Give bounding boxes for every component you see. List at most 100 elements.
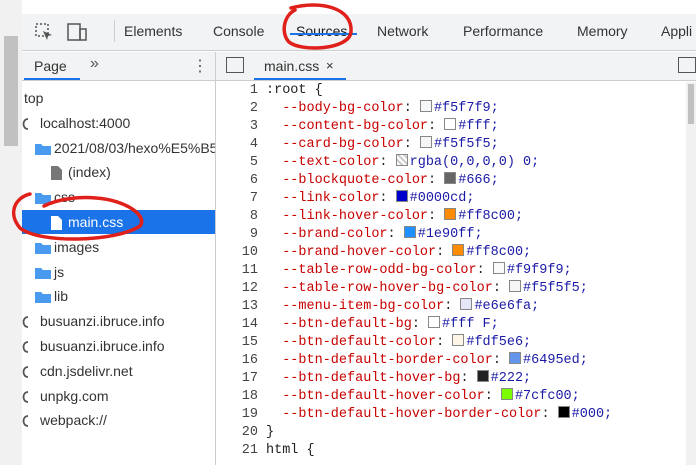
- css-property: --link-color: [266, 191, 380, 206]
- line-number: 7: [249, 191, 258, 206]
- code-line: 18 --btn-default-hover-color: #7cfc00;: [216, 388, 696, 406]
- line-number: 19: [241, 407, 258, 422]
- code-text: --brand-hover-color: #ff8c00;: [266, 244, 531, 262]
- toggle-debugger-icon[interactable]: [678, 57, 696, 73]
- css-value: #1e90ff;: [417, 227, 483, 242]
- code-text: --btn-default-hover-border-color: #000;: [266, 406, 612, 424]
- editor-scrollbar-thumb[interactable]: [688, 84, 694, 124]
- tab-page[interactable]: Page: [34, 58, 67, 74]
- tree-item[interactable]: 2021/08/03/hexo%E5%B5: [22, 136, 215, 160]
- tree-item[interactable]: busuanzi.ibruce.info: [22, 309, 215, 333]
- color-swatch[interactable]: [509, 280, 522, 292]
- color-swatch[interactable]: [492, 262, 505, 274]
- tree-item[interactable]: unpkg.com: [22, 384, 215, 408]
- color-swatch[interactable]: [419, 136, 432, 148]
- color-swatch[interactable]: [403, 226, 416, 238]
- tree-item[interactable]: cdn.jsdelivr.net: [22, 359, 215, 383]
- folder-icon: [34, 264, 52, 284]
- editor-scrollbar[interactable]: [686, 82, 696, 465]
- css-value: #ff8c00;: [458, 209, 524, 224]
- code-text: --text-color: rgba(0,0,0,0) 0;: [266, 154, 539, 172]
- css-separator: :: [444, 299, 461, 314]
- code-text: --menu-item-bg-color: #e6e6fa;: [266, 298, 539, 316]
- css-property: --menu-item-bg-color: [266, 299, 445, 314]
- code-line: 19 --btn-default-hover-border-color: #00…: [216, 406, 696, 424]
- css-separator: :: [387, 227, 404, 242]
- line-number: 4: [249, 137, 258, 152]
- code-line: 21 html {: [216, 442, 696, 460]
- code-line: 2 --body-bg-color: #f5f7f9;: [216, 100, 696, 118]
- toggle-navigator-icon[interactable]: [226, 57, 244, 73]
- tab-application[interactable]: Appli: [661, 23, 692, 39]
- tab-elements[interactable]: Elements: [124, 23, 182, 39]
- tree-item[interactable]: localhost:4000: [22, 111, 215, 135]
- line-number: 14: [241, 317, 258, 332]
- css-property: --btn-default-hover-bg: [266, 371, 461, 386]
- color-swatch[interactable]: [428, 316, 441, 328]
- css-property: --btn-default-bg: [266, 317, 412, 332]
- more-tabs-button[interactable]: »: [90, 55, 99, 73]
- code-line: 8 --link-hover-color: #ff8c00;: [216, 208, 696, 226]
- tab-main-css[interactable]: main.css: [264, 58, 319, 74]
- css-separator: :: [411, 317, 429, 332]
- tab-network[interactable]: Network: [377, 23, 428, 39]
- code-line: 10 --brand-hover-color: #ff8c00;: [216, 244, 696, 262]
- code-text: :root {: [266, 82, 323, 100]
- line-number: 15: [241, 335, 258, 350]
- tree-item[interactable]: top: [22, 86, 215, 110]
- css-separator: :: [436, 245, 453, 260]
- tree-item[interactable]: busuanzi.ibruce.info: [22, 334, 215, 358]
- code-text: --table-row-odd-bg-color: #f9f9f9;: [266, 262, 572, 280]
- color-swatch[interactable]: [444, 118, 457, 130]
- color-swatch[interactable]: [452, 334, 465, 346]
- device-toolbar-icon[interactable]: [66, 22, 88, 45]
- code-text: --brand-color: #1e90ff;: [266, 226, 483, 244]
- tree-item-label: unpkg.com: [40, 387, 109, 404]
- tab-console[interactable]: Console: [213, 23, 264, 39]
- color-swatch[interactable]: [500, 388, 513, 400]
- color-swatch[interactable]: [557, 406, 570, 418]
- editor-tab-bar: main.css ×: [216, 52, 696, 81]
- color-swatch[interactable]: [476, 370, 489, 382]
- close-tab-icon[interactable]: ×: [326, 58, 334, 73]
- folder-icon: [34, 140, 52, 160]
- color-swatch[interactable]: [395, 190, 408, 202]
- color-swatch[interactable]: [444, 208, 457, 220]
- css-separator: :: [460, 371, 477, 386]
- code-line: 7 --link-color: #0000cd;: [216, 190, 696, 208]
- css-property: }: [266, 425, 275, 440]
- color-swatch[interactable]: [419, 100, 432, 112]
- line-number: 8: [249, 209, 258, 224]
- line-number: 13: [241, 299, 258, 314]
- code-text: }: [266, 424, 274, 442]
- css-property: --content-bg-color: [266, 119, 429, 134]
- navigator-menu-button[interactable]: ⋮: [192, 56, 208, 76]
- tab-memory[interactable]: Memory: [577, 23, 628, 39]
- color-swatch[interactable]: [509, 352, 522, 364]
- css-value: #ff8c00;: [466, 245, 532, 260]
- tree-item-label: busuanzi.ibruce.info: [40, 338, 165, 354]
- color-swatch[interactable]: [395, 154, 408, 166]
- code-text: --content-bg-color: #fff;: [266, 118, 499, 136]
- tab-performance[interactable]: Performance: [463, 23, 543, 39]
- tree-item[interactable]: webpack://: [22, 408, 215, 432]
- line-number: 16: [241, 353, 258, 368]
- tree-item[interactable]: js: [22, 260, 215, 284]
- css-value: rgba(0,0,0,0) 0;: [409, 155, 540, 170]
- file-navigator: Page » ⋮ top localhost:4000 2021/08/03/hex…: [22, 52, 216, 465]
- left-scrollbar-thumb[interactable]: [4, 36, 18, 146]
- tree-item-label: top: [24, 90, 44, 106]
- inspect-element-icon[interactable]: [34, 22, 54, 45]
- color-swatch[interactable]: [444, 172, 457, 184]
- code-line: 14 --btn-default-bg: #fff F;: [216, 316, 696, 334]
- file-tab-indicator: [254, 78, 346, 80]
- color-swatch[interactable]: [452, 244, 465, 256]
- tree-item[interactable]: (index): [22, 160, 215, 184]
- css-property: --table-row-odd-bg-color: [266, 263, 477, 278]
- tree-item[interactable]: lib: [22, 284, 215, 308]
- css-separator: :: [436, 335, 453, 350]
- color-swatch[interactable]: [460, 298, 473, 310]
- code-line: 17 --btn-default-hover-bg: #222;: [216, 370, 696, 388]
- line-number: 10: [241, 245, 258, 260]
- css-separator: :: [428, 119, 445, 134]
